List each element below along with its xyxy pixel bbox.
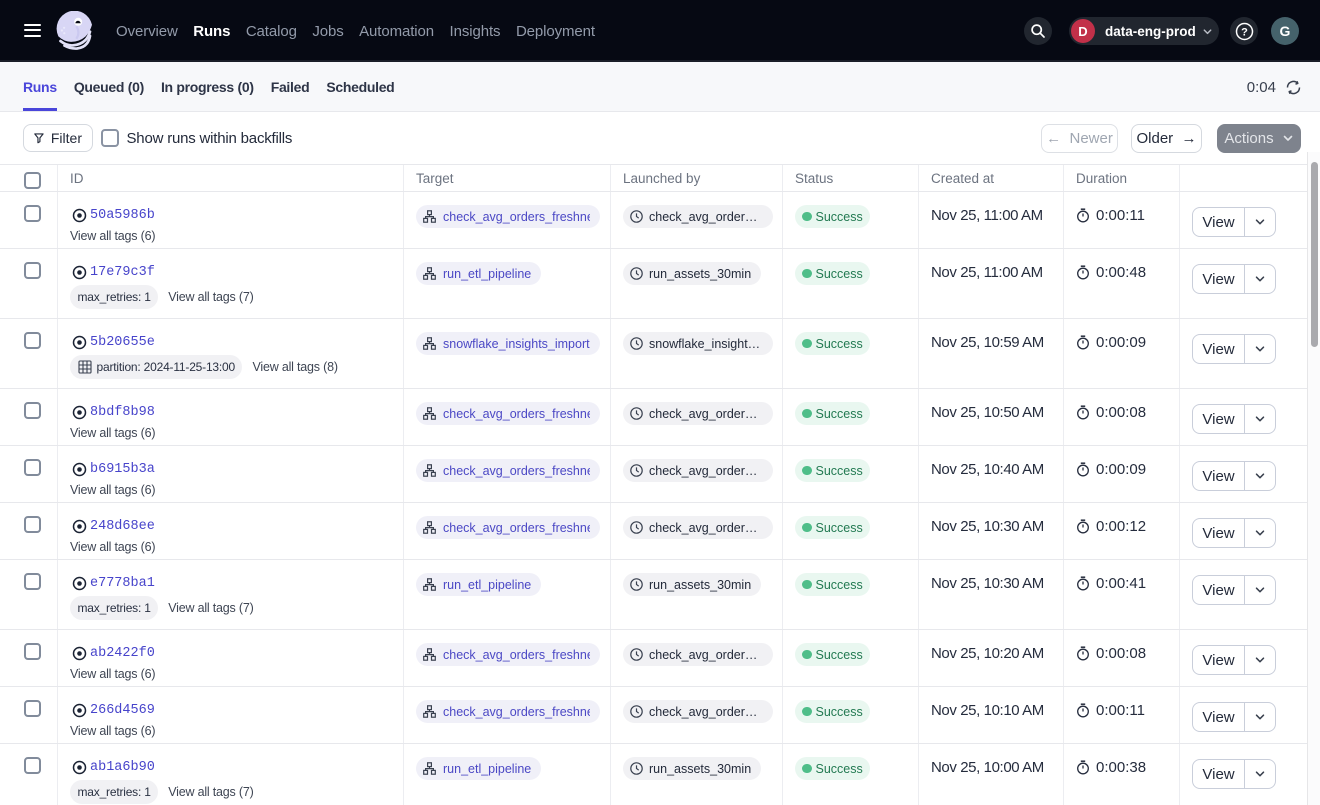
svg-text:?: ? (1241, 26, 1248, 38)
